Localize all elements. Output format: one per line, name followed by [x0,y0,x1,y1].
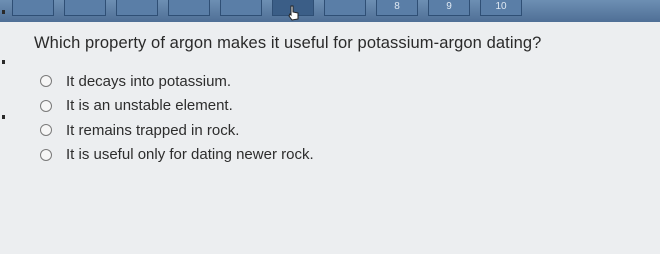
question-nav-item-9[interactable]: 9 [428,0,470,16]
answer-option-2[interactable]: It is an unstable element. [40,95,314,117]
answer-option-label: It decays into potassium. [66,72,232,90]
radio-button[interactable] [40,124,52,136]
answer-option-1[interactable]: It decays into potassium. [40,70,314,92]
answer-options: It decays into potassium. It is an unsta… [40,70,314,168]
question-nav-bar: 8 9 10 [0,0,660,22]
answer-option-3[interactable]: It remains trapped in rock. [40,119,314,141]
edge-mark [2,115,5,119]
answer-option-label: It is an unstable element. [66,97,233,114]
answer-option-label: It is useful only for dating newer rock. [66,146,314,163]
radio-button[interactable] [40,148,52,161]
edge-mark [2,60,5,64]
question-nav-item-2[interactable] [64,0,106,16]
hand-cursor-icon [288,5,299,21]
question-nav-item-10[interactable]: 10 [480,0,522,16]
question-nav-item-3[interactable] [116,0,158,16]
question-nav-item-8[interactable]: 8 [376,0,418,16]
question-nav-item-1[interactable] [12,0,54,16]
radio-button[interactable] [40,99,52,112]
question-nav-item-5[interactable] [220,0,262,16]
answer-option-4[interactable]: It is useful only for dating newer rock. [40,144,314,166]
question-nav-item-4[interactable] [168,0,210,16]
edge-mark [2,10,5,14]
radio-button[interactable] [40,75,52,87]
answer-option-label: It remains trapped in rock. [66,121,240,139]
question-text: Which property of argon makes it useful … [34,34,542,52]
question-nav-item-7[interactable] [324,0,366,16]
